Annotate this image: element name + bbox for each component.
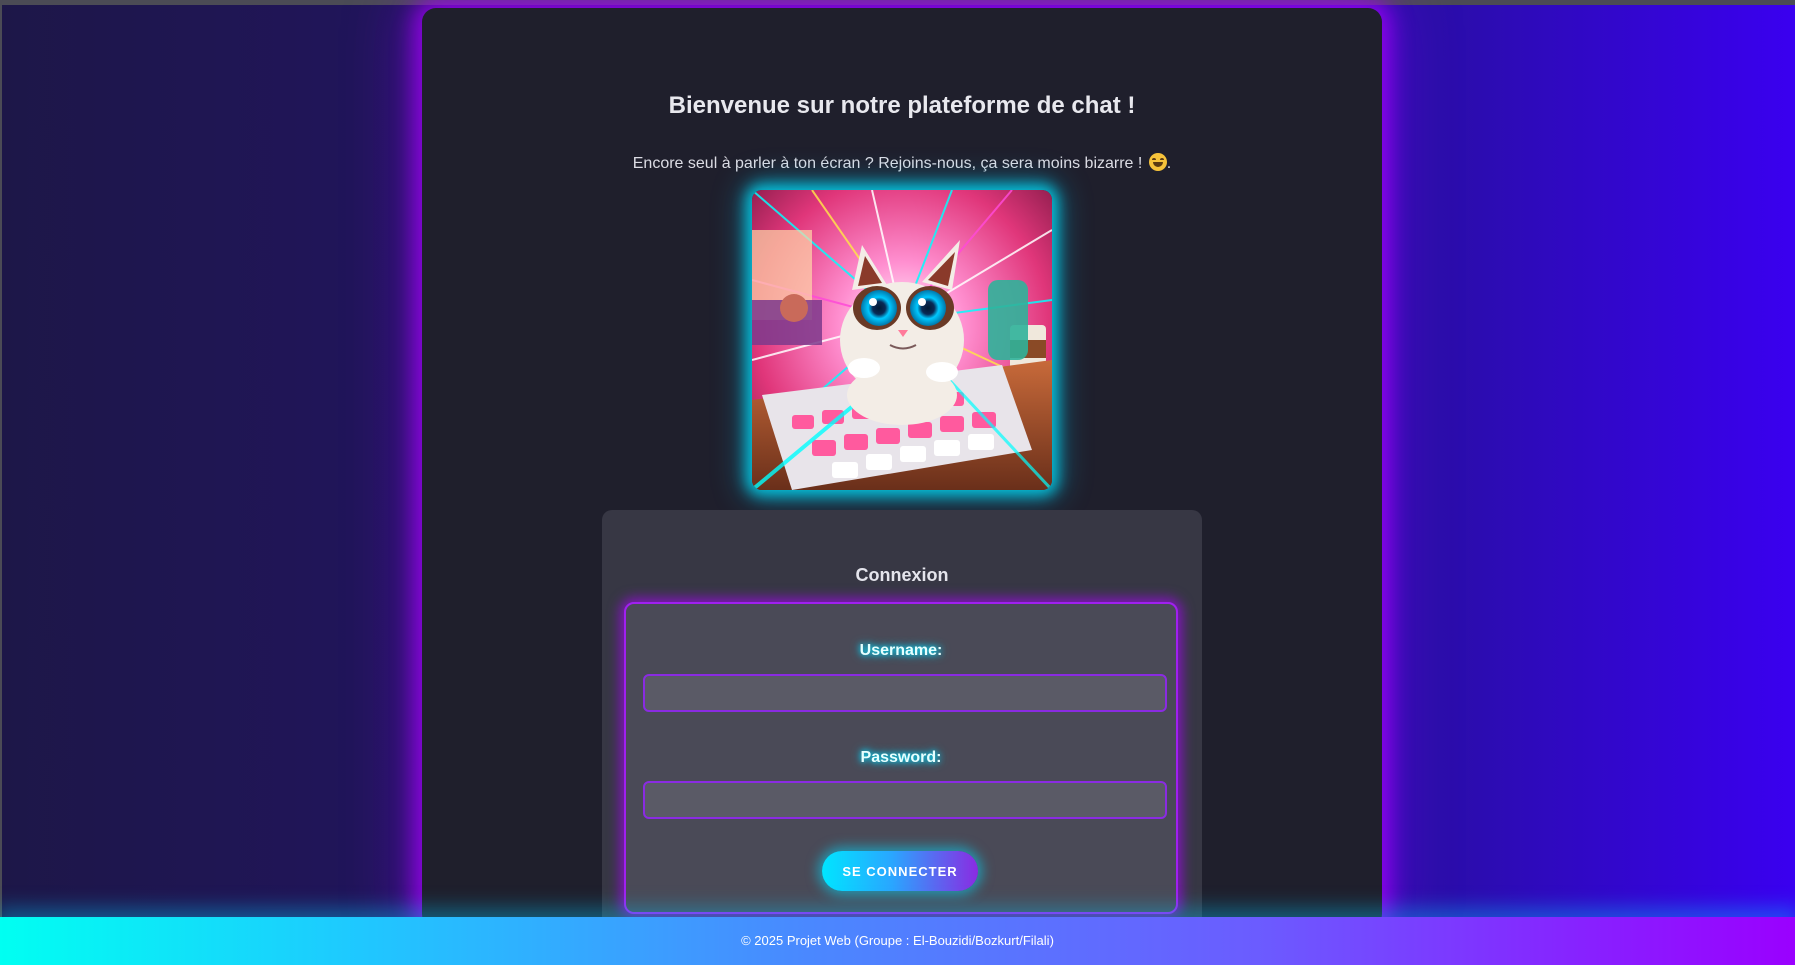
password-label: Password: [860,749,942,766]
password-input[interactable] [643,781,1167,819]
footer-bar: © 2025 Projet Web (Groupe : El-Bouzidi/B… [0,917,1795,965]
username-input[interactable] [643,674,1167,712]
grinning-face-emoji-icon [1148,153,1167,171]
page-title: Bienvenue sur notre plateforme de chat ! [668,92,1136,119]
login-form: Username: Password: SE CONNECTER [624,602,1178,914]
window-top-border [0,0,1795,5]
window-left-border [0,0,2,965]
username-label: Username: [859,642,943,659]
welcome-card: Bienvenue sur notre plateforme de chat !… [422,8,1382,928]
login-submit-button[interactable]: SE CONNECTER [822,851,978,891]
subtitle-text: Encore seul à parler à ton écran ? Rejoi… [632,155,1143,172]
footer-copyright: © 2025 Projet Web (Groupe : El-Bouzidi/B… [741,933,1054,948]
hero-cat-image [752,190,1052,490]
page-subtitle: Encore seul à parler à ton écran ? Rejoi… [422,153,1382,173]
login-title: Connexion [855,565,949,585]
subtitle-suffix: . [1166,155,1172,172]
login-card: Connexion Username: Password: SE CONNECT… [602,510,1202,928]
